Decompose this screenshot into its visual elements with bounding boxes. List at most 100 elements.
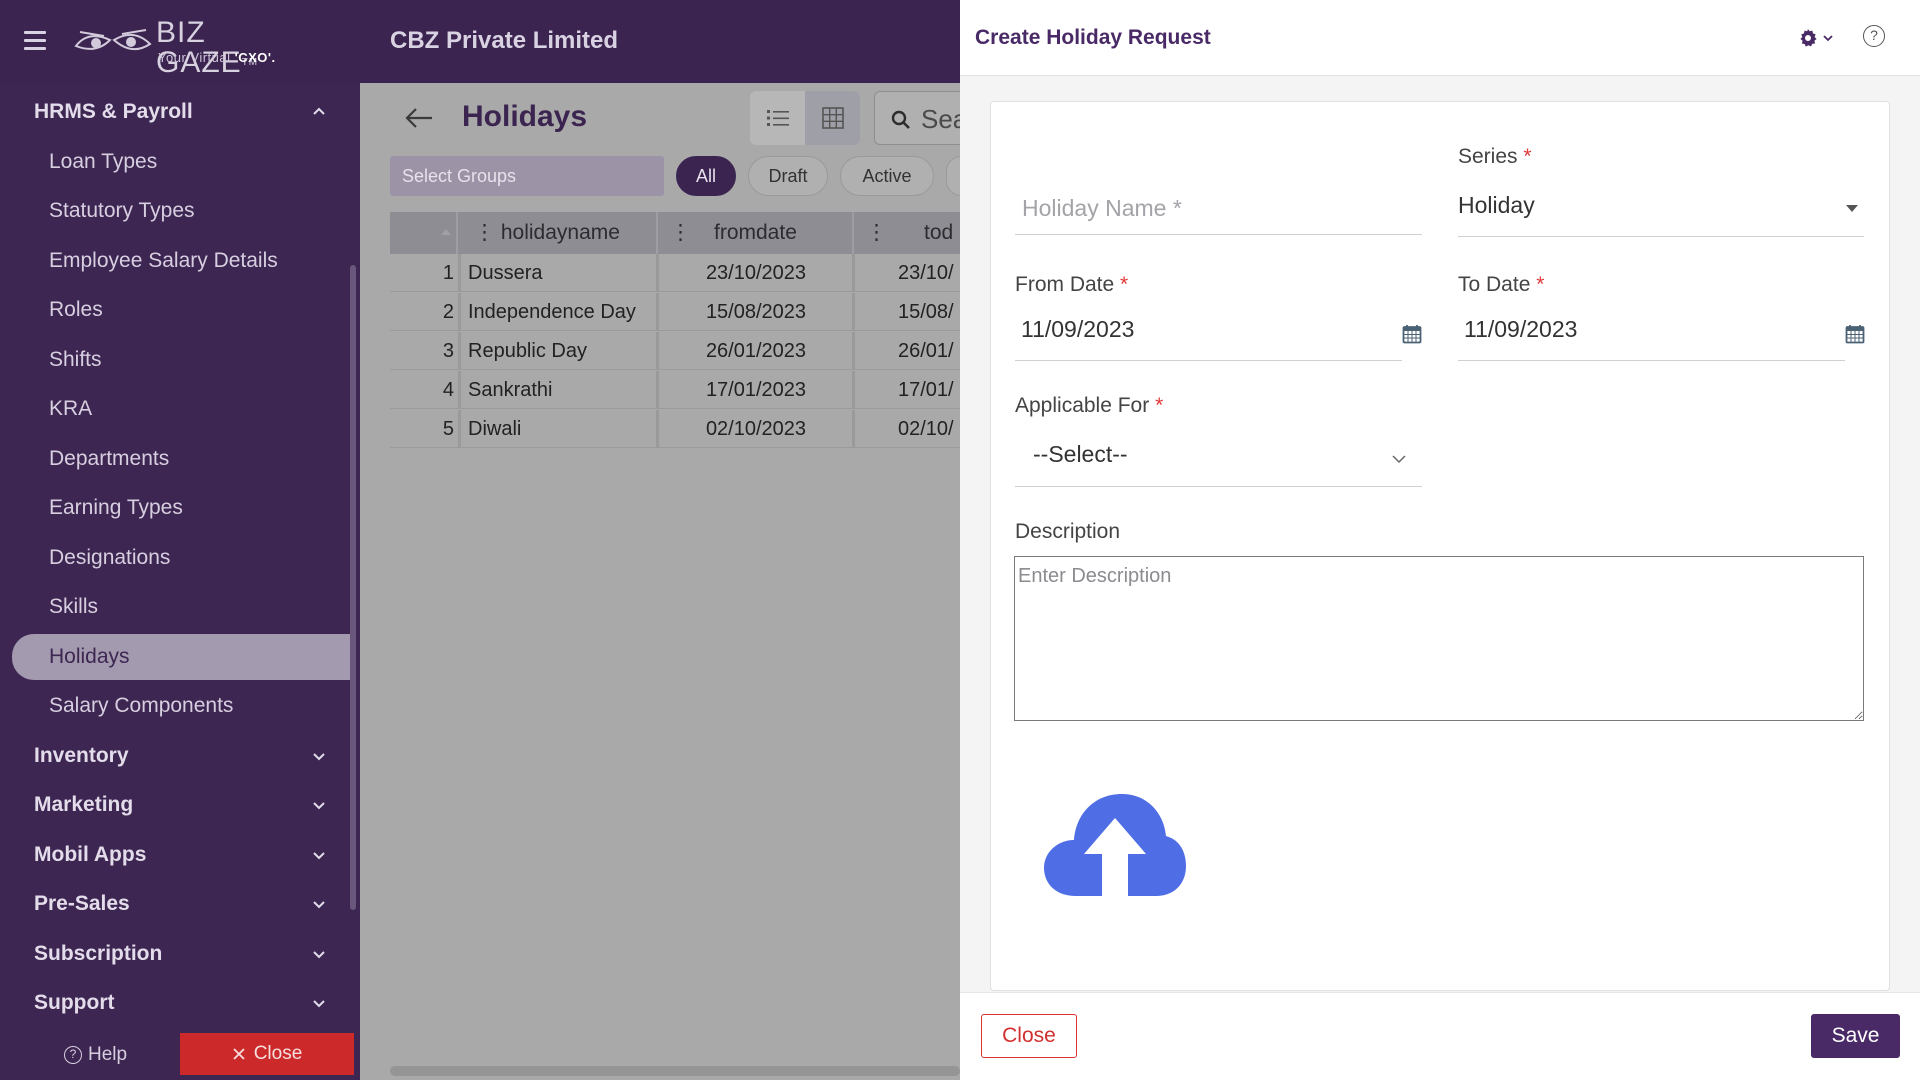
description-textarea[interactable]: [1014, 556, 1864, 721]
chevron-down-icon[interactable]: [1391, 453, 1407, 465]
filter-draft[interactable]: Draft: [748, 156, 828, 196]
sidebar-group-label: Pre-Sales: [34, 892, 130, 915]
sidebar-item-loan-types[interactable]: Loan Types: [0, 139, 350, 185]
sidebar-item-designations[interactable]: Designations: [0, 535, 350, 581]
column-menu-icon[interactable]: ⋮: [866, 212, 887, 254]
gear-icon: [1800, 29, 1817, 47]
cell-divider: [656, 254, 659, 292]
to-date-input[interactable]: 11/09/2023: [1464, 316, 1824, 352]
cell-divider: [458, 254, 461, 292]
chevron-down-icon: [313, 802, 325, 810]
sidebar-group-pre-sales[interactable]: Pre-Sales: [0, 881, 350, 927]
sidebar-item-departments[interactable]: Departments: [0, 436, 350, 482]
list-icon: [766, 110, 789, 126]
required-mark: *: [1536, 273, 1545, 296]
chevron-down-icon: [313, 901, 325, 909]
cell-divider: [458, 332, 461, 370]
sidebar-item-skills[interactable]: Skills: [0, 584, 350, 630]
sidebar-close-button[interactable]: Close: [180, 1033, 354, 1075]
select-groups-dropdown[interactable]: Select Groups: [390, 156, 664, 196]
sort-up-icon[interactable]: [440, 228, 452, 236]
sidebar-item-earning-types[interactable]: Earning Types: [0, 485, 350, 531]
sidebar-item-shifts[interactable]: Shifts: [0, 337, 350, 383]
sidebar-group-inventory[interactable]: Inventory: [0, 733, 350, 779]
from-date-input[interactable]: 11/09/2023: [1021, 316, 1381, 352]
sidebar-scrollbar[interactable]: [350, 265, 356, 910]
table-row[interactable]: 1 Dussera 23/10/2023 23/10/: [390, 254, 960, 292]
save-button[interactable]: Save: [1811, 1014, 1900, 1058]
settings-menu-button[interactable]: [1798, 28, 1834, 48]
column-header-holidayname[interactable]: ⋮ holidayname: [474, 212, 620, 254]
applicable-for-select[interactable]: --Select--: [1033, 441, 1373, 477]
sidebar-group-mobil-apps[interactable]: Mobil Apps: [0, 832, 350, 878]
sidebar-item-label: Departments: [49, 447, 170, 470]
cell-todate: 23/10/: [898, 262, 954, 284]
cell-divider: [458, 371, 461, 409]
grid-view-button[interactable]: [805, 91, 860, 145]
row-number: 3: [442, 340, 454, 362]
cell-holidayname: Republic Day: [468, 340, 587, 362]
chevron-up-icon: [313, 107, 325, 115]
filter-active[interactable]: Active: [840, 156, 934, 196]
sidebar-item-holidays[interactable]: Holidays: [12, 634, 350, 680]
menu-icon[interactable]: [24, 31, 46, 51]
series-label: Series *: [1458, 145, 1532, 169]
from-date-label: From Date *: [1015, 273, 1128, 297]
sidebar-item-salary-components[interactable]: Salary Components: [0, 683, 350, 729]
holiday-name-underline: [1015, 234, 1422, 235]
sidebar-item-employee-salary-details[interactable]: Employee Salary Details: [0, 238, 350, 284]
sidebar-group-subscription[interactable]: Subscription: [0, 931, 350, 977]
bizgaze-logo[interactable]: BIZ GAZETM Your Virtual 'CXO'.: [74, 16, 294, 78]
sidebar-section-label: HRMS & Payroll: [34, 100, 193, 123]
search-placeholder: Sea: [921, 104, 960, 134]
close-button[interactable]: Close: [981, 1014, 1077, 1058]
sidebar-section-hrms[interactable]: HRMS & Payroll: [0, 89, 350, 135]
sidebar-group-marketing[interactable]: Marketing: [0, 782, 350, 828]
chevron-down-icon: [313, 852, 325, 860]
sidebar-item-statutory-types[interactable]: Statutory Types: [0, 188, 350, 234]
column-separator[interactable]: [456, 212, 458, 254]
caret-down-icon[interactable]: [1846, 205, 1858, 212]
sidebar-item-label: Earning Types: [49, 496, 183, 519]
column-header-label: fromdate: [714, 221, 797, 244]
sidebar-item-label: Shifts: [49, 348, 102, 371]
back-arrow-icon[interactable]: [404, 106, 434, 130]
sidebar-group-label: Inventory: [34, 744, 129, 767]
applicable-for-underline: [1015, 486, 1422, 487]
cell-todate: 26/01/: [898, 340, 954, 362]
table-horizontal-scrollbar[interactable]: [390, 1066, 960, 1076]
table-row[interactable]: 2 Independence Day 15/08/2023 15/08/: [390, 293, 960, 331]
table-row[interactable]: 5 Diwali 02/10/2023 02/10/: [390, 410, 960, 448]
table-row[interactable]: 4 Sankrathi 17/01/2023 17/01/: [390, 371, 960, 409]
calendar-icon[interactable]: [1845, 324, 1865, 344]
from-date-label-text: From Date: [1015, 273, 1115, 296]
series-select[interactable]: Holiday: [1458, 192, 1838, 228]
sidebar-group-support[interactable]: Support: [0, 980, 350, 1026]
holiday-name-input[interactable]: [1022, 190, 1422, 226]
list-view-button[interactable]: [750, 91, 805, 145]
cell-divider: [852, 371, 855, 409]
calendar-icon[interactable]: [1402, 324, 1422, 344]
column-header-fromdate[interactable]: fromdate: [714, 212, 797, 254]
sidebar-help-button[interactable]: ? Help: [64, 1044, 127, 1066]
column-separator[interactable]: [852, 212, 854, 254]
table-row[interactable]: 3 Republic Day 26/01/2023 26/01/: [390, 332, 960, 370]
filter-all[interactable]: All: [676, 156, 736, 196]
to-date-label: To Date *: [1458, 273, 1544, 297]
help-icon[interactable]: ?: [1863, 25, 1885, 47]
column-separator[interactable]: [656, 212, 658, 254]
cloud-upload-icon[interactable]: [1042, 790, 1188, 898]
close-label: Close: [253, 1043, 303, 1064]
chevron-down-icon: [1823, 35, 1833, 42]
sidebar-item-roles[interactable]: Roles: [0, 287, 350, 333]
column-menu-icon[interactable]: ⋮: [670, 212, 691, 254]
cell-divider: [458, 293, 461, 331]
cell-divider: [852, 293, 855, 331]
sidebar-item-kra[interactable]: KRA: [0, 386, 350, 432]
logo-text: BIZ GAZETM: [156, 16, 259, 79]
column-header-todate[interactable]: tod: [924, 212, 953, 254]
sidebar-item-label: Roles: [49, 298, 103, 321]
cell-todate: 17/01/: [898, 379, 954, 401]
cell-divider: [852, 332, 855, 370]
search-input[interactable]: Sea: [874, 91, 960, 145]
